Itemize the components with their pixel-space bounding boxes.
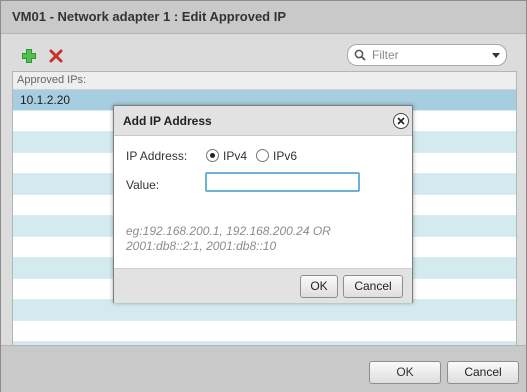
hint-line-1: eg:192.168.200.1, 192.168.200.24 OR — [126, 224, 331, 238]
window-title-bar: VM01 - Network adapter 1 : Edit Approved… — [1, 1, 526, 34]
dialog-title-bar: Add IP Address — [114, 106, 412, 136]
close-icon — [397, 117, 405, 125]
dialog-footer: OK Cancel — [114, 268, 412, 303]
radio-selected-dot — [210, 153, 215, 158]
dialog-title: Add IP Address — [123, 114, 212, 128]
hint-line-2: 2001:db8::2:1, 2001:db8::10 — [126, 239, 277, 253]
ip-address-label: IP Address: — [126, 149, 188, 163]
ipv4-label[interactable]: IPv4 — [223, 149, 247, 163]
value-label: Value: — [126, 178, 160, 192]
example-hint: eg:192.168.200.1, 192.168.200.24 OR 2001… — [126, 224, 366, 254]
value-input[interactable] — [205, 172, 360, 192]
add-ip-address-dialog: Add IP Address IP Address: IPv4 IPv6 Val… — [113, 105, 413, 303]
ok-button[interactable]: OK — [369, 361, 441, 384]
ipv6-radio[interactable] — [256, 149, 269, 162]
dialog-ok-button[interactable]: OK — [300, 275, 338, 298]
dialog-close-button[interactable] — [393, 113, 409, 129]
dialog-cancel-button[interactable]: Cancel — [343, 275, 403, 298]
cancel-button[interactable]: Cancel — [447, 361, 519, 384]
ipv6-label[interactable]: IPv6 — [273, 149, 297, 163]
ipv4-radio[interactable] — [206, 149, 219, 162]
window-title: VM01 - Network adapter 1 : Edit Approved… — [12, 9, 287, 24]
window-footer: OK Cancel — [1, 345, 526, 392]
